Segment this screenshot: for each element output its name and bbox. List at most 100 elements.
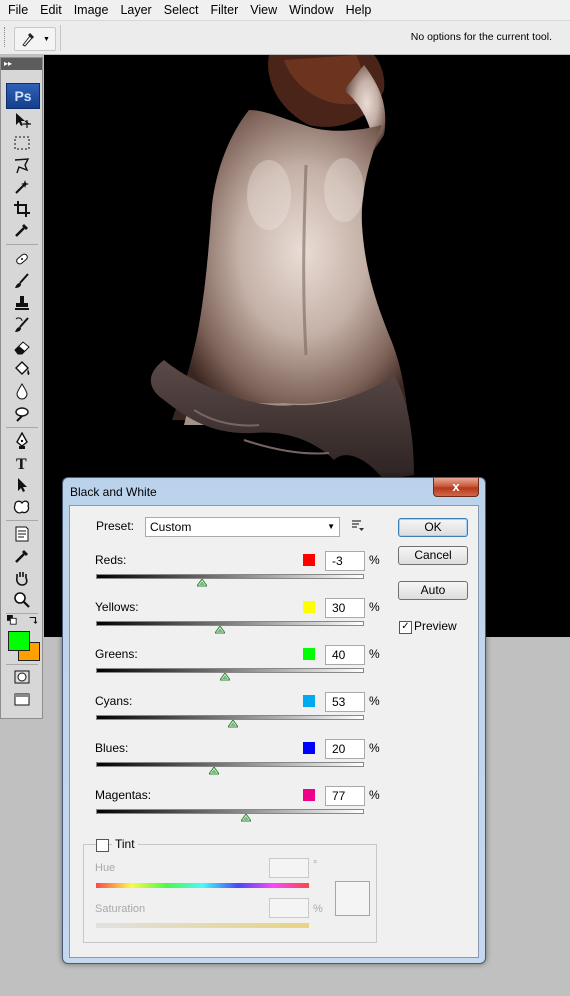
- toolbox-separator: [6, 664, 38, 665]
- saturation-unit: %: [313, 903, 323, 915]
- menu-window[interactable]: Window: [283, 3, 339, 17]
- channel-value-input[interactable]: 53: [325, 692, 365, 712]
- channel-value-input[interactable]: 77: [325, 786, 365, 806]
- foreground-color-swatch[interactable]: [8, 631, 30, 651]
- healing-brush-tool[interactable]: [10, 249, 34, 269]
- svg-text:T: T: [16, 456, 27, 472]
- magic-wand-icon: [15, 180, 29, 194]
- channel-slider-track[interactable]: [96, 621, 364, 626]
- options-separator: [60, 25, 61, 51]
- channel-value-input[interactable]: -3: [325, 551, 365, 571]
- menu-image[interactable]: Image: [68, 3, 115, 17]
- paint-bucket-tool[interactable]: [10, 359, 34, 379]
- toolbox-separator: [6, 427, 38, 428]
- swap-colors-button[interactable]: [27, 614, 39, 626]
- channel-slider-track[interactable]: [96, 762, 364, 767]
- clone-stamp-tool[interactable]: [10, 293, 34, 313]
- zoom-tool[interactable]: [10, 590, 34, 610]
- channel-slider-track[interactable]: [96, 574, 364, 579]
- magic-wand-tool[interactable]: [10, 177, 34, 197]
- paint-bucket-icon: [15, 361, 30, 375]
- preview-checkbox[interactable]: ✓: [399, 621, 412, 634]
- menu-help[interactable]: Help: [340, 3, 378, 17]
- notes-tool[interactable]: [10, 524, 34, 544]
- move-icon: [16, 113, 31, 128]
- tint-group: [83, 844, 377, 943]
- menu-select[interactable]: Select: [158, 3, 205, 17]
- black-and-white-dialog: Black and White x Preset: Custom ▼ OK Ca…: [62, 477, 486, 964]
- hue-slider[interactable]: [96, 883, 309, 888]
- default-colors-button[interactable]: [6, 614, 18, 626]
- brush-icon: [15, 273, 29, 288]
- menu-bar: File Edit Image Layer Select Filter View…: [0, 0, 570, 21]
- saturation-input[interactable]: [269, 898, 309, 918]
- eraser-tool[interactable]: [10, 337, 34, 357]
- preset-options-icon[interactable]: [351, 519, 365, 533]
- channel-label: Magentas:: [95, 788, 152, 802]
- eyedropper-tool-2[interactable]: [10, 546, 34, 566]
- channel-color-swatch: [303, 648, 315, 660]
- custom-shape-tool[interactable]: [10, 497, 34, 517]
- toolbox-header[interactable]: ▸▸: [1, 58, 42, 70]
- marquee-icon: [14, 136, 30, 150]
- path-selection-icon: [18, 478, 27, 492]
- options-message: No options for the current tool.: [410, 31, 552, 43]
- dodge-tool[interactable]: [10, 403, 34, 423]
- channel-label: Greens:: [95, 647, 138, 661]
- ok-button[interactable]: OK: [398, 518, 468, 537]
- menu-edit[interactable]: Edit: [34, 3, 68, 17]
- toolbox-panel: ▸▸ Ps T: [0, 57, 43, 719]
- close-button[interactable]: x: [433, 478, 479, 497]
- menu-filter[interactable]: Filter: [204, 3, 244, 17]
- menu-layer[interactable]: Layer: [114, 3, 157, 17]
- move-tool[interactable]: [10, 110, 34, 130]
- screen-mode-button[interactable]: [10, 690, 34, 710]
- history-brush-tool[interactable]: [10, 315, 34, 335]
- cancel-button[interactable]: Cancel: [398, 546, 468, 565]
- hue-input[interactable]: [269, 858, 309, 878]
- hand-icon: [16, 572, 28, 586]
- menu-view[interactable]: View: [244, 3, 283, 17]
- marquee-tool[interactable]: [10, 133, 34, 153]
- preset-dropdown[interactable]: Custom ▼: [145, 517, 340, 537]
- path-selection-tool[interactable]: [10, 475, 34, 495]
- dodge-icon: [15, 407, 29, 422]
- quick-mask-button[interactable]: [10, 667, 34, 687]
- default-colors-icon: [7, 615, 17, 625]
- photoshop-logo[interactable]: Ps: [6, 83, 40, 109]
- tint-color-swatch[interactable]: [335, 881, 370, 916]
- channel-value-input[interactable]: 20: [325, 739, 365, 759]
- eyedropper-icon: [15, 224, 28, 237]
- channel-label: Cyans:: [95, 694, 133, 708]
- auto-button[interactable]: Auto: [398, 581, 468, 600]
- chevron-down-icon: ▼: [43, 36, 50, 43]
- menu-file[interactable]: File: [0, 3, 34, 17]
- eyedropper-icon: [22, 33, 34, 47]
- hand-tool[interactable]: [10, 568, 34, 588]
- pen-tool[interactable]: [10, 431, 34, 451]
- channel-slider-track[interactable]: [96, 809, 364, 814]
- channel-color-swatch: [303, 789, 315, 801]
- toolbox-separator: [6, 520, 38, 521]
- options-bar-grip[interactable]: [4, 27, 8, 47]
- blur-icon: [16, 383, 28, 400]
- percent-sign: %: [369, 553, 380, 567]
- clone-stamp-icon: [15, 296, 29, 310]
- percent-sign: %: [369, 741, 380, 755]
- eyedropper-tool[interactable]: [10, 220, 34, 240]
- eraser-icon: [14, 341, 30, 355]
- crop-tool[interactable]: [10, 199, 34, 219]
- type-tool[interactable]: T: [10, 453, 34, 473]
- pen-icon: [16, 432, 28, 449]
- percent-sign: %: [369, 600, 380, 614]
- lasso-tool[interactable]: [10, 156, 34, 176]
- tint-checkbox[interactable]: [96, 839, 109, 852]
- channel-value-input[interactable]: 30: [325, 598, 365, 618]
- tool-preset-picker[interactable]: ▼: [14, 27, 56, 51]
- channel-value-input[interactable]: 40: [325, 645, 365, 665]
- percent-sign: %: [369, 647, 380, 661]
- blur-tool[interactable]: [10, 381, 34, 401]
- preview-label: Preview: [414, 619, 457, 633]
- saturation-slider[interactable]: [96, 923, 309, 928]
- brush-tool[interactable]: [10, 271, 34, 291]
